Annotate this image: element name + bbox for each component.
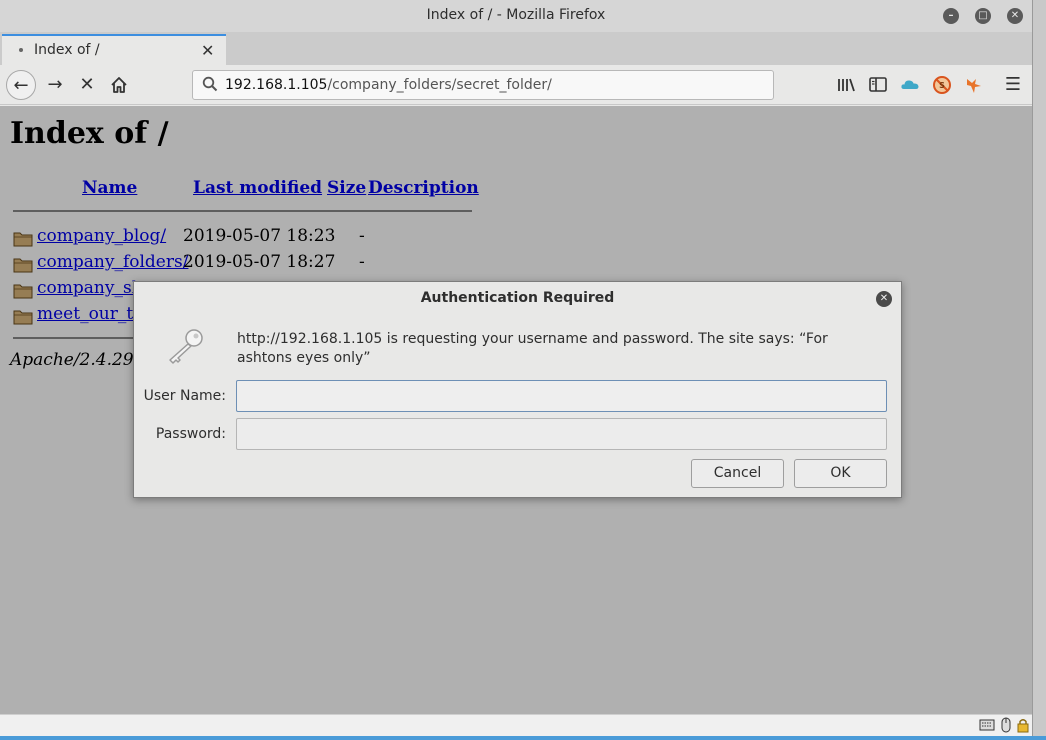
cancel-button[interactable]: Cancel (691, 459, 784, 488)
forward-button[interactable]: → (40, 70, 70, 100)
url-path: /company_folders/secret_folder/ (327, 77, 552, 93)
tab-label: Index of / (34, 42, 100, 58)
key-icon (169, 329, 203, 364)
home-icon (111, 77, 127, 93)
dialog-title: Authentication Required (420, 290, 615, 306)
svg-text:S: S (939, 81, 945, 90)
url-bar[interactable]: 192.168.1.105/company_folders/secret_fol… (192, 70, 774, 100)
navigation-bar: ← → ✕ 192.168.1.105/company_folders/secr… (0, 65, 1032, 105)
taskbar-edge (0, 736, 1046, 740)
password-field[interactable] (236, 418, 887, 450)
dialog-message: http://192.168.1.105 is requesting your … (237, 331, 828, 366)
username-field[interactable] (236, 380, 887, 412)
loading-indicator-icon (19, 48, 23, 52)
window-title: Index of / - Mozilla Firefox (426, 7, 606, 23)
keyboard-icon[interactable] (979, 717, 995, 733)
home-button[interactable] (104, 70, 134, 100)
stop-button[interactable]: ✕ (72, 70, 102, 100)
sidebar-icon[interactable] (867, 74, 889, 96)
tab-close-icon[interactable]: ✕ (201, 41, 214, 60)
url-host: 192.168.1.105 (225, 77, 328, 93)
search-icon (202, 76, 218, 92)
minimize-button[interactable]: – (943, 8, 959, 24)
password-label: Password: (155, 426, 226, 442)
ok-button[interactable]: OK (794, 459, 887, 488)
maximize-button[interactable]: □ (975, 8, 991, 24)
url-text[interactable]: 192.168.1.105/company_folders/secret_fol… (225, 77, 552, 93)
back-button[interactable]: ← (6, 70, 36, 100)
library-icon[interactable] (835, 74, 857, 96)
dialog-close-button[interactable]: ✕ (876, 291, 892, 307)
tab-strip: Index of / ✕ + (0, 32, 1032, 90)
mouse-icon[interactable] (1000, 717, 1012, 733)
tab-index[interactable]: Index of / ✕ (2, 34, 226, 65)
lock-icon[interactable] (1016, 717, 1030, 733)
close-window-button[interactable]: ✕ (1007, 8, 1023, 24)
cloud-sync-icon[interactable] (899, 74, 921, 96)
title-bar: Index of / - Mozilla Firefox – □ ✕ (0, 0, 1032, 32)
desktop-edge (1032, 0, 1046, 740)
username-label: User Name: (143, 388, 226, 404)
noscript-blocker-icon[interactable]: S (931, 74, 953, 96)
authentication-dialog: Authentication Required ✕ http://192.168… (133, 281, 902, 498)
foxyproxy-icon[interactable] (963, 74, 985, 96)
menu-hamburger-icon[interactable]: ☰ (998, 70, 1028, 100)
